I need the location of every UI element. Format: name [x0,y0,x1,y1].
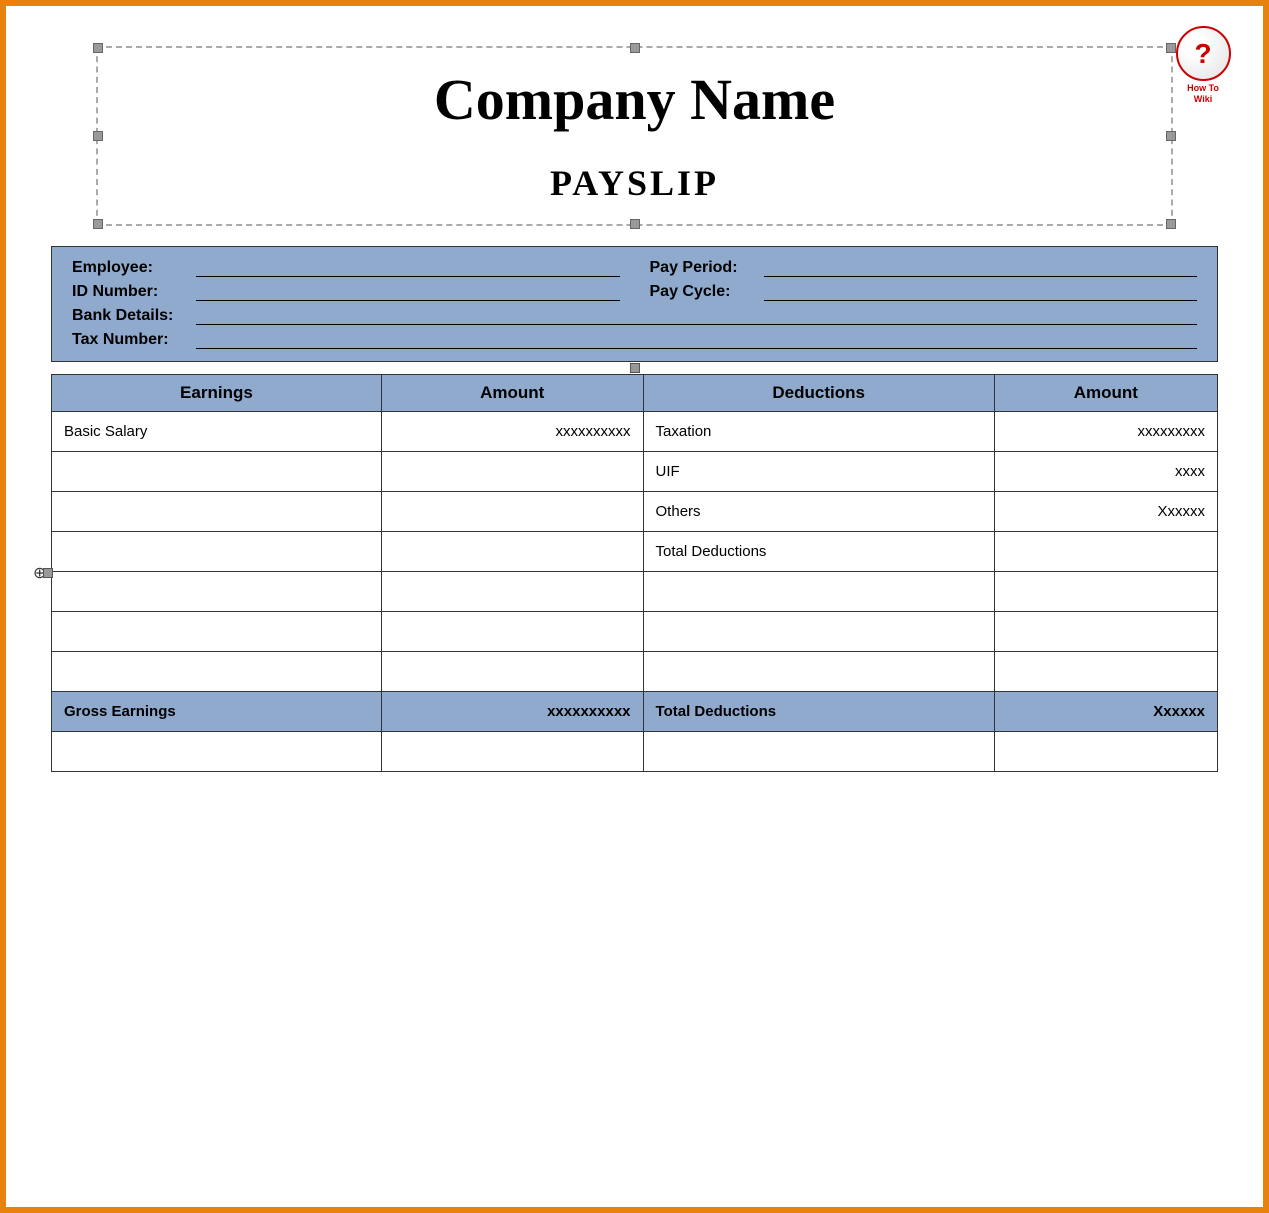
pay-cycle-label: Pay Cycle: [650,283,760,301]
earning-7 [52,651,382,691]
id-label: ID Number: [72,283,192,301]
total-deductions-label: Total Deductions [643,691,994,731]
handle-bl[interactable] [93,219,103,229]
deduction-amount-4 [994,531,1217,571]
handle-bc[interactable] [630,219,640,229]
earning-amount-2 [381,451,643,491]
deduction-6 [643,611,994,651]
handle-tc[interactable] [630,43,640,53]
bank-label: Bank Details: [72,307,192,325]
gross-earnings-amount: xxxxxxxxxx [381,691,643,731]
table-row: UIF xxxx [52,451,1218,491]
earning-amount-5 [381,571,643,611]
table-handle-top[interactable] [630,363,640,373]
earning-amount-6 [381,611,643,651]
deduction-amount-7 [994,651,1217,691]
table-handle-left[interactable] [43,568,53,578]
gross-earnings-label: Gross Earnings [52,691,382,731]
pay-cycle-field-group: Pay Cycle: [650,283,1198,301]
employee-line [196,259,620,277]
employee-row-2: ID Number: Pay Cycle: [72,283,1197,301]
earning-amount-1: xxxxxxxxxx [381,411,643,451]
handle-ml[interactable] [93,131,103,141]
table-section: ⊕ Earnings Amount Deductions Amount [51,362,1218,772]
earning-4 [52,531,382,571]
earning-1: Basic Salary [52,411,382,451]
col-earnings-header: Earnings [52,374,382,411]
pay-period-line [764,259,1198,277]
earning-amount-7 [381,651,643,691]
header-section: Company Name PAYSLIP [96,46,1173,226]
bank-line [196,307,1197,325]
deduction-amount-5 [994,571,1217,611]
table-row: Others Xxxxxx [52,491,1218,531]
deduction-2: UIF [643,451,994,491]
tax-line [196,331,1197,349]
deduction-3: Others [643,491,994,531]
total-deductions-amount: Xxxxxx [994,691,1217,731]
employee-row-4: Tax Number: [72,331,1197,349]
payslip-table: Earnings Amount Deductions Amount Basic … [51,374,1218,772]
page-border: ? How ToWiki Company Name PAYSLIP [0,0,1269,1213]
deduction-7 [643,651,994,691]
deduction-amount-6 [994,611,1217,651]
footer-col2 [381,731,643,771]
table-wrapper: ⊕ Earnings Amount Deductions Amount [51,374,1218,772]
pay-cycle-line [764,283,1198,301]
tax-label: Tax Number: [72,331,192,349]
deduction-1: Taxation [643,411,994,451]
company-name: Company Name [138,68,1131,132]
table-row: Total Deductions [52,531,1218,571]
earning-2 [52,451,382,491]
employee-field-group: Employee: [72,259,620,277]
earning-amount-3 [381,491,643,531]
payslip-title: PAYSLIP [138,162,1131,204]
content-area: Company Name PAYSLIP Employee: Pay Perio… [6,6,1263,792]
table-row-footer [52,731,1218,771]
footer-col1 [52,731,382,771]
col-amount1-header: Amount [381,374,643,411]
deduction-amount-1: xxxxxxxxx [994,411,1217,451]
handle-br[interactable] [1166,219,1176,229]
employee-row-3: Bank Details: [72,307,1197,325]
table-row: Basic Salary xxxxxxxxxx Taxation xxxxxxx… [52,411,1218,451]
col-deductions-header: Deductions [643,374,994,411]
id-line [196,283,620,301]
deduction-5 [643,571,994,611]
table-row [52,651,1218,691]
employee-section: Employee: Pay Period: ID Number: Pay Cyc… [51,246,1218,362]
table-top-handle-area [51,362,1218,374]
handle-mr[interactable] [1166,131,1176,141]
id-field-group: ID Number: [72,283,620,301]
deduction-4: Total Deductions [643,531,994,571]
earning-3 [52,491,382,531]
employee-label: Employee: [72,259,192,277]
footer-col4 [994,731,1217,771]
table-header-row: Earnings Amount Deductions Amount [52,374,1218,411]
pay-period-label: Pay Period: [650,259,760,277]
deduction-amount-2: xxxx [994,451,1217,491]
summary-row: Gross Earnings xxxxxxxxxx Total Deductio… [52,691,1218,731]
table-row [52,611,1218,651]
earning-amount-4 [381,531,643,571]
earning-5 [52,571,382,611]
footer-col3 [643,731,994,771]
table-row [52,571,1218,611]
earning-6 [52,611,382,651]
employee-row-1: Employee: Pay Period: [72,259,1197,277]
handle-tr[interactable] [1166,43,1176,53]
col-amount2-header: Amount [994,374,1217,411]
handle-tl[interactable] [93,43,103,53]
deduction-amount-3: Xxxxxx [994,491,1217,531]
pay-period-field-group: Pay Period: [650,259,1198,277]
